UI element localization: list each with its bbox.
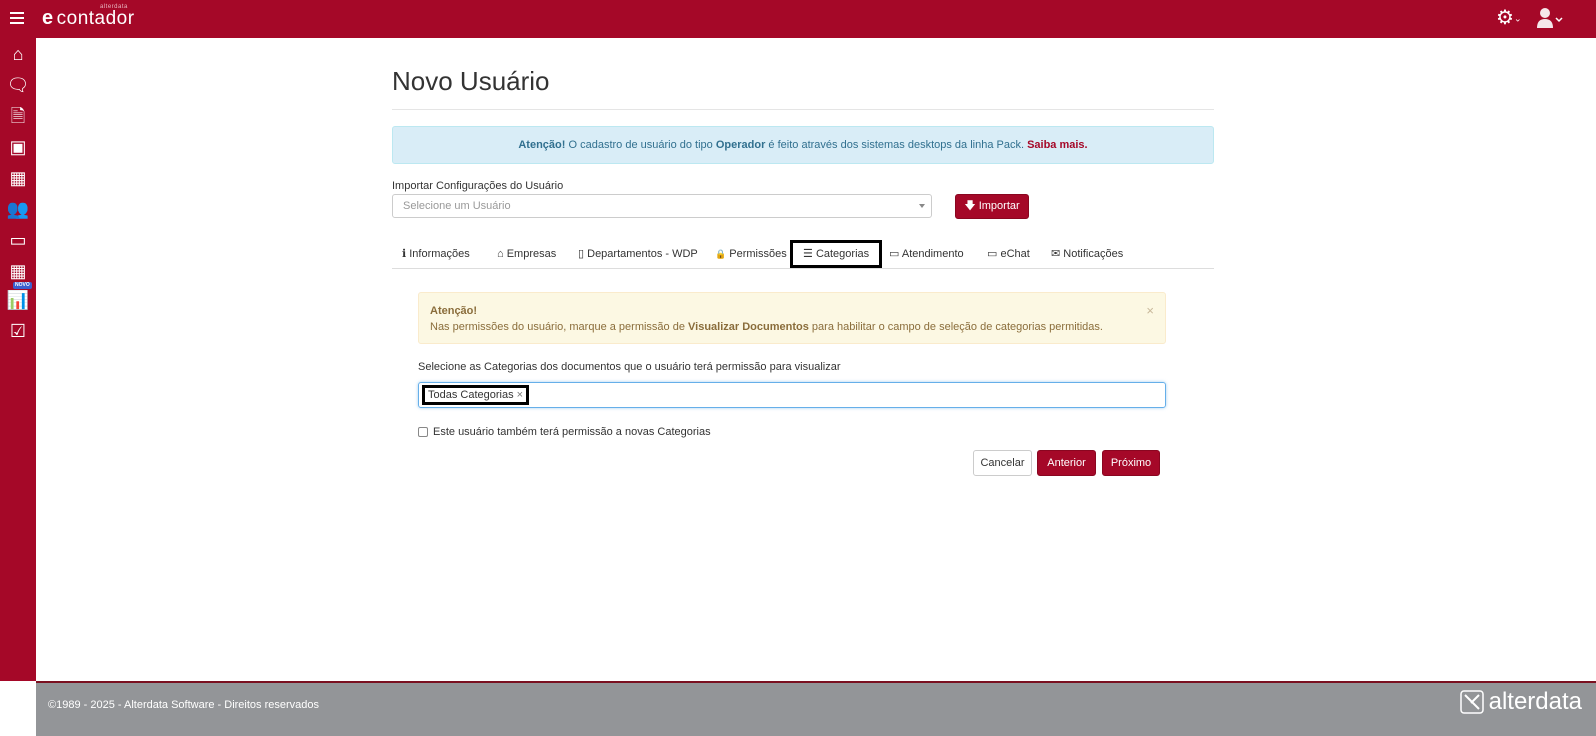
- tab-label: Departamentos - WDP: [587, 248, 698, 260]
- import-label: Importar Configurações do Usuário: [392, 180, 564, 192]
- category-tag: Todas Categorias ×: [422, 385, 530, 405]
- warning-alert: Atenção! Nas permissões do usuário, marq…: [418, 292, 1166, 344]
- user-menu[interactable]: [1536, 6, 1564, 30]
- lock-icon: 🔒: [715, 249, 727, 259]
- categories-label: Selecione as Categorias dos documentos q…: [418, 361, 841, 373]
- remove-tag-icon[interactable]: ×: [517, 389, 523, 401]
- alterdata-logo-text: alterdata: [1488, 688, 1582, 715]
- bar-chart-icon[interactable]: 📊: [6, 288, 30, 312]
- chat-icon[interactable]: 🗨: [6, 73, 30, 97]
- logo-e: e: [42, 7, 54, 29]
- tab-departamentos[interactable]: ▯ Departamentos - WDP: [578, 240, 698, 268]
- next-button[interactable]: Próximo: [1102, 450, 1160, 476]
- info-alert-strong: Atenção!: [518, 139, 566, 151]
- new-categories-checkbox[interactable]: [418, 427, 428, 437]
- hamburger-menu-icon[interactable]: [10, 12, 24, 24]
- tab-label: Empresas: [506, 248, 557, 260]
- tab-categorias[interactable]: ☰ Categorias: [790, 240, 883, 268]
- tab-atendimento[interactable]: ▭ Atendimento: [889, 240, 964, 268]
- sidebar: ⌂ 🗨 🗎 ▣ ▦ 👥 ▭ ▦ 📊 ☑: [0, 38, 36, 681]
- tab-permissoes[interactable]: 🔒 Permissões: [715, 240, 787, 268]
- info-alert-text: O cadastro de usuário do tipo: [565, 139, 716, 151]
- tag-label: Todas Categorias: [428, 389, 514, 401]
- user-icon: [1537, 8, 1563, 28]
- monitor-icon: ▭: [889, 248, 900, 260]
- warning-text2: para habilitar o campo de seleção de cat…: [808, 321, 1103, 333]
- tab-label: Notificações: [1063, 248, 1124, 260]
- tab-label: eChat: [1000, 248, 1030, 260]
- users-icon[interactable]: 👥: [6, 197, 30, 221]
- chevron-down-icon: ⌄: [1513, 13, 1522, 24]
- building-icon[interactable]: ▦: [6, 166, 30, 190]
- contact-card-icon[interactable]: ▣: [6, 135, 30, 159]
- copyright-text: ©1989 - 2025 - Alterdata Software - Dire…: [48, 699, 320, 711]
- alterdata-logo-icon: [1459, 690, 1484, 714]
- tab-label: Categorias: [815, 248, 870, 260]
- import-button-label: Importar: [978, 200, 1020, 212]
- home-icon: ⌂: [497, 248, 504, 260]
- import-button[interactable]: 🡇 Importar: [955, 194, 1029, 219]
- user-select[interactable]: Selecione um Usuário: [392, 194, 932, 218]
- tab-empresas[interactable]: ⌂ Empresas: [497, 240, 556, 268]
- logo[interactable]: e contador alterdata: [42, 4, 135, 30]
- tab-label: Atendimento: [901, 248, 964, 260]
- cancel-button[interactable]: Cancelar: [973, 450, 1032, 476]
- monitor-icon: ▭: [987, 248, 998, 260]
- warning-text: Nas permissões do usuário, marque a perm…: [430, 321, 689, 333]
- settings-gear-icon[interactable]: ⚙⌄: [1496, 8, 1521, 29]
- checkbox-tasks-icon[interactable]: ☑: [6, 319, 30, 343]
- building-icon: ▯: [578, 248, 585, 260]
- arrow-down-icon: 🡇: [964, 200, 976, 212]
- info-alert-text2: é feito através dos sistemas desktops da…: [765, 139, 1028, 151]
- tab-label: Informações: [409, 248, 470, 260]
- logo-text: contador: [56, 7, 135, 29]
- document-icon[interactable]: 🗎: [6, 104, 30, 128]
- novo-badge: NOVO: [13, 282, 32, 289]
- warning-bold: Visualizar Documentos: [688, 321, 809, 333]
- previous-button[interactable]: Anterior: [1037, 450, 1096, 476]
- dropdown-arrow-icon: [919, 204, 925, 211]
- page-title: Novo Usuário: [392, 66, 550, 96]
- info-alert: Atenção! O cadastro de usuário do tipo O…: [392, 126, 1214, 164]
- new-categories-label: Este usuário também terá permissão a nov…: [433, 426, 711, 438]
- categories-input[interactable]: Todas Categorias ×: [418, 382, 1166, 408]
- list-icon: ☰: [803, 248, 813, 260]
- envelope-icon: ✉: [1051, 248, 1061, 260]
- saiba-mais-link[interactable]: Saiba mais.: [1027, 139, 1088, 151]
- close-icon[interactable]: ×: [1146, 303, 1154, 319]
- info-icon: ℹ: [402, 248, 407, 260]
- user-select-placeholder: Selecione um Usuário: [403, 200, 511, 212]
- alterdata-logo: alterdata: [1459, 688, 1582, 716]
- info-alert-bold: Operador: [715, 139, 766, 151]
- calculator-icon[interactable]: ▦: [6, 259, 30, 283]
- tab-informacoes[interactable]: ℹ Informações: [402, 240, 470, 268]
- logo-small-text: alterdata: [100, 4, 128, 10]
- credit-card-icon[interactable]: ▭: [6, 228, 30, 252]
- tab-echat[interactable]: ▭ eChat: [987, 240, 1030, 268]
- divider: [392, 109, 1214, 110]
- top-bar: e contador alterdata ⚙⌄: [0, 0, 1596, 38]
- home-icon[interactable]: ⌂: [6, 42, 30, 66]
- tab-notificacoes[interactable]: ✉ Notificações: [1051, 240, 1123, 268]
- tab-label: Permissões: [729, 248, 787, 260]
- footer: ©1989 - 2025 - Alterdata Software - Dire…: [36, 681, 1596, 736]
- warning-title: Atenção!: [430, 305, 478, 317]
- tabs: ℹ Informações ⌂ Empresas ▯ Departamentos…: [392, 240, 1214, 269]
